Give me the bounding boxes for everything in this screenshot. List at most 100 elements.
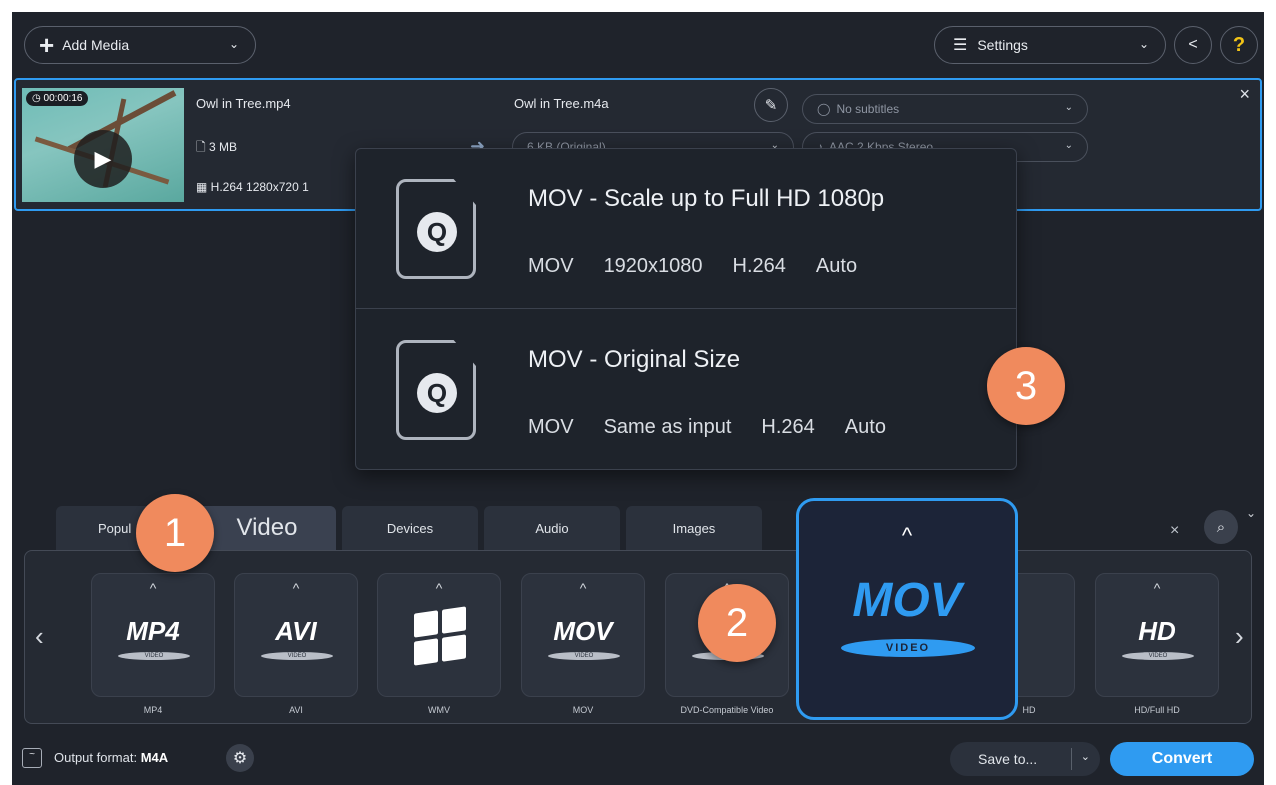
tab-audio[interactable]: Audio (484, 506, 620, 550)
step-badge-2: 2 (698, 584, 776, 662)
scroll-left-icon[interactable]: ‹ (35, 621, 44, 652)
preset-item[interactable]: Q MOV - Scale up to Full HD 1080p MOV 19… (356, 149, 1016, 309)
format-tile-wmv[interactable]: ^ (377, 573, 501, 697)
tab-images[interactable]: Images (626, 506, 762, 550)
format-tile-mp4[interactable]: ^ MP4 VIDEO (91, 573, 215, 697)
preset-item[interactable]: Q MOV - Original Size MOV Same as input … (356, 310, 1016, 470)
video-disc-icon: VIDEO (841, 639, 975, 657)
quicktime-file-icon: Q (396, 179, 476, 279)
search-button[interactable]: ⌕ (1204, 510, 1238, 544)
subtitles-icon: ◯ (817, 102, 831, 116)
expand-caret-icon: ^ (1153, 580, 1161, 596)
step-badge-1: 1 (136, 494, 214, 572)
help-icon: ? (1232, 33, 1246, 56)
share-icon: < (1188, 36, 1198, 53)
formats-list: ‹ ^ MP4 VIDEO MP4 ^ AVI VIDEO AVI ^ WMV … (24, 550, 1252, 724)
play-button[interactable]: ▶ (74, 130, 132, 188)
chevron-down-icon[interactable]: ⌄ (1081, 750, 1090, 763)
expand-caret-icon: ^ (579, 580, 587, 596)
scroll-right-icon[interactable]: › (1235, 621, 1244, 652)
windows-logo-icon (414, 606, 466, 666)
format-tile-hd[interactable]: ^ HD VIDEO (1095, 573, 1219, 697)
preset-resolution: 1920x1080 (603, 255, 703, 277)
expand-caret-icon: ^ (292, 580, 300, 596)
quicktime-file-icon: Q (396, 340, 476, 440)
help-button[interactable]: ? (1220, 26, 1258, 64)
output-format-value: M4A (140, 750, 169, 765)
format-tile-mov[interactable]: ^ MOV VIDEO (521, 573, 645, 697)
subtitles-text: No subtitles (836, 102, 900, 116)
format-label: WMV (428, 705, 450, 715)
expand-caret-icon[interactable]: ^ (799, 523, 1015, 549)
format-logo: HD (1138, 616, 1176, 646)
format-tile-avi[interactable]: ^ AVI VIDEO (234, 573, 358, 697)
format-logo: MOV (852, 574, 962, 627)
format-label: AVI (289, 705, 303, 715)
chevron-down-icon: ⌄ (1064, 102, 1073, 113)
search-icon: ⌕ (1216, 518, 1226, 536)
subtitles-dropdown[interactable]: ◯ No subtitles ⌄ (802, 94, 1088, 124)
footer-bar: ~ Output format: M4A ⚙ Save to... ⌄ Conv… (12, 734, 1264, 785)
add-media-label: Add Media (62, 37, 130, 53)
video-disc-icon: VIDEO (548, 652, 620, 660)
step-badge-3: 3 (987, 347, 1065, 425)
input-file-size: 🗋 3 MB (196, 138, 237, 159)
gear-icon: ⚙ (232, 750, 248, 767)
share-button[interactable]: < (1174, 26, 1212, 64)
video-disc-icon: VIDEO (1122, 652, 1194, 660)
expand-caret-icon: ^ (149, 580, 157, 596)
output-format-icon: ~ (22, 748, 42, 768)
chevron-down-icon: ⌄ (1138, 37, 1149, 51)
clear-search-icon[interactable]: × (1170, 522, 1179, 540)
remove-file-close-icon[interactable]: × (1239, 84, 1250, 105)
video-thumbnail[interactable]: ◷ 00:00:16 ▶ (22, 88, 184, 202)
save-to-label: Save to... (978, 751, 1038, 767)
app-window: + Add Media ⌄ ☰ Settings ⌄ < ? ◷ 00:00:1… (12, 12, 1264, 785)
preset-container: MOV (528, 416, 574, 438)
chevron-down-icon: ⌄ (1064, 140, 1073, 151)
output-format-prefix: Output format: (54, 750, 138, 765)
chevron-down-icon: ⌄ (228, 37, 239, 51)
play-icon: ▶ (94, 146, 112, 171)
expand-caret-icon: ^ (435, 580, 443, 596)
edit-button[interactable]: ✎ (754, 88, 788, 122)
format-logo: MP4 (126, 616, 180, 646)
format-label: MOV (572, 705, 594, 715)
pencil-icon: ✎ (764, 97, 778, 114)
input-file-size-text: 3 MB (208, 140, 237, 154)
preset-codec: H.264 (761, 416, 815, 438)
preset-meta: MOV 1920x1080 H.264 Auto (528, 255, 857, 278)
preset-popup: Q MOV - Scale up to Full HD 1080p MOV 19… (355, 148, 1017, 470)
film-icon: ▦ (196, 180, 211, 194)
convert-button[interactable]: Convert (1110, 742, 1254, 776)
preset-container: MOV (528, 255, 574, 277)
format-label: MP4 (143, 705, 163, 715)
settings-dropdown[interactable]: ☰ Settings ⌄ (934, 26, 1166, 64)
tab-video[interactable]: Video (198, 506, 336, 550)
preset-title: MOV - Original Size (528, 346, 741, 373)
format-label: DVD-Compatible Video (680, 705, 774, 715)
output-settings-button[interactable]: ⚙ (226, 744, 254, 772)
divider (1071, 748, 1072, 770)
plus-icon: + (39, 30, 55, 60)
format-tile-mov-selected[interactable]: ^ MOV VIDEO (796, 498, 1018, 720)
add-media-button[interactable]: + Add Media ⌄ (24, 26, 256, 64)
tab-devices[interactable]: Devices (342, 506, 478, 550)
file-icon: 🗋 (196, 140, 209, 154)
preset-codec: H.264 (732, 255, 786, 277)
preset-title: MOV - Scale up to Full HD 1080p (528, 185, 885, 212)
video-disc-icon: VIDEO (118, 652, 190, 660)
collapse-panel-icon[interactable]: ⌄ (1246, 506, 1256, 520)
format-label: HD/Full HD (1134, 705, 1180, 715)
save-to-button[interactable]: Save to... ⌄ (950, 742, 1100, 776)
preset-bitrate: Auto (815, 255, 858, 277)
preset-meta: MOV Same as input H.264 Auto (528, 416, 886, 439)
input-file-name: Owl in Tree.mp4 (196, 96, 291, 111)
output-file-name: Owl in Tree.m4a (514, 96, 609, 111)
input-codec-text: H.264 1280x720 1 (210, 180, 309, 194)
duration-text: 00:00:16 (43, 93, 83, 104)
input-codec: ▦ H.264 1280x720 1 (196, 180, 309, 194)
settings-sliders-icon: ☰ (953, 37, 968, 54)
video-disc-icon: VIDEO (261, 652, 333, 660)
preset-resolution: Same as input (603, 416, 732, 438)
